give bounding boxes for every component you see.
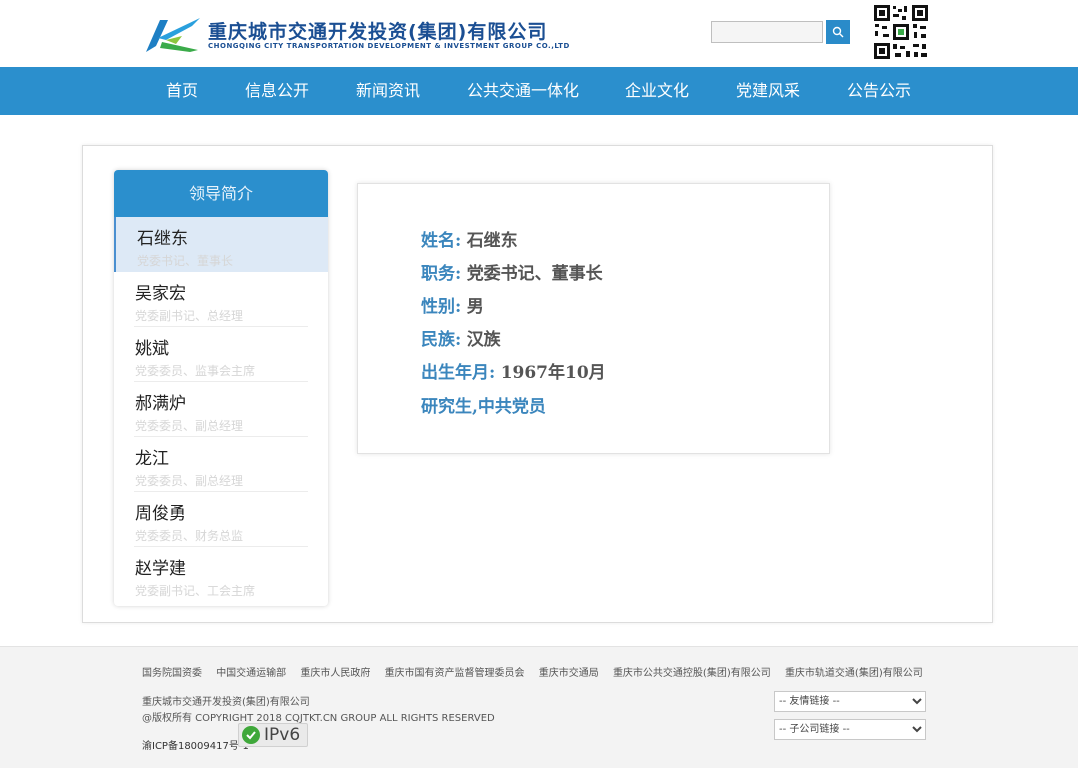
detail-name-row: 姓名: 石继东 (421, 226, 518, 251)
ethnicity-value: 汉族 (466, 330, 501, 350)
leader-detail-card: 姓名: 石继东 职务: 党委书记、董事长 性别: 男 民族: 汉族 出生年月: … (357, 183, 830, 454)
leader-title: 党委委员、财务总监 (135, 529, 244, 543)
gender-value: 男 (466, 297, 484, 317)
site-footer: 国务院国资委 中国交通运输部 重庆市人民政府 重庆市国有资产监督管理委员会 重庆… (0, 646, 1078, 768)
leader-item[interactable]: 龙江 党委委员、副总经理 (114, 437, 328, 492)
birth-value: 1967年10月 (500, 363, 606, 383)
leader-title: 党委委员、副总经理 (135, 474, 244, 488)
footer-link[interactable]: 重庆市人民政府 (300, 668, 370, 679)
detail-ethnicity-row: 民族: 汉族 (421, 325, 501, 350)
leader-name: 姚斌 (135, 339, 169, 359)
detail-birth-row: 出生年月: 1967年10月 (421, 358, 606, 383)
sidebar-title: 领导简介 (114, 170, 328, 217)
leader-title: 党委委员、监事会主席 (135, 364, 256, 378)
gender-label: 性别: (421, 297, 462, 317)
nav-item-public-transport[interactable]: 公共交通一体化 (467, 67, 579, 115)
nav-item-disclosure[interactable]: 信息公开 (245, 67, 309, 115)
leader-title: 党委副书记、工会主席 (135, 584, 256, 598)
footer-copyright: @版权所有 COPYRIGHT 2018 CQJTKT.CN GROUP ALL… (142, 713, 495, 724)
education-party-text: 研究生,中共党员 (421, 397, 546, 417)
leader-sidebar: 领导简介 石继东 党委书记、董事长 吴家宏 党委副书记、总经理 姚斌 党委委员、… (114, 170, 328, 606)
footer-link[interactable]: 中国交通运输部 (216, 668, 286, 679)
footer-company-name: 重庆城市交通开发投资(集团)有限公司 (142, 697, 310, 708)
leader-name: 赵学建 (135, 559, 186, 579)
leader-name: 石继东 (137, 229, 188, 249)
subsidiary-links-select[interactable]: -- 子公司链接 -- (774, 719, 926, 740)
footer-links: 国务院国资委 中国交通运输部 重庆市人民政府 重庆市国有资产监督管理委员会 重庆… (142, 664, 934, 679)
leader-item[interactable]: 姚斌 党委委员、监事会主席 (114, 327, 328, 382)
leader-title: 党委副书记、总经理 (135, 309, 244, 323)
footer-link[interactable]: 重庆市公共交通控股(集团)有限公司 (613, 668, 771, 679)
birth-label: 出生年月: (421, 363, 496, 383)
footer-link[interactable]: 国务院国资委 (142, 668, 202, 679)
site-header: 重庆城市交通开发投资(集团)有限公司 CHONGQING CITY TRANSP… (0, 0, 1080, 67)
check-icon (242, 726, 260, 744)
name-value: 石继东 (466, 231, 518, 251)
leader-title: 党委委员、副总经理 (135, 419, 244, 433)
name-label: 姓名: (421, 231, 462, 251)
search-button[interactable] (826, 20, 850, 44)
nav-item-home[interactable]: 首页 (166, 67, 198, 115)
search-icon (832, 26, 844, 38)
main-nav: 首页 信息公开 新闻资讯 公共交通一体化 企业文化 党建风采 公告公示 (0, 67, 1078, 115)
leader-item-active[interactable]: 石继东 党委书记、董事长 (114, 217, 328, 272)
leader-item[interactable]: 赵学建 党委副书记、工会主席 (114, 547, 328, 602)
leader-title: 党委书记、董事长 (137, 254, 234, 268)
ipv6-badge: IPv6 (238, 723, 308, 747)
leader-name: 吴家宏 (135, 284, 186, 304)
position-label: 职务: (421, 264, 462, 284)
leader-name: 龙江 (135, 449, 169, 469)
leader-name: 郝满炉 (135, 394, 186, 414)
ethnicity-label: 民族: (421, 330, 462, 350)
logo-english-text: CHONGQING CITY TRANSPORTATION DEVELOPMEN… (208, 42, 570, 50)
logo-mark-icon (146, 18, 200, 52)
ipv6-label: IPv6 (264, 725, 301, 745)
footer-link[interactable]: 重庆市轨道交通(集团)有限公司 (785, 668, 923, 679)
detail-gender-row: 性别: 男 (421, 292, 484, 317)
nav-item-news[interactable]: 新闻资讯 (356, 67, 420, 115)
position-value: 党委书记、董事长 (466, 264, 603, 284)
detail-position-row: 职务: 党委书记、董事长 (421, 259, 603, 284)
footer-link[interactable]: 重庆市国有资产监督管理委员会 (385, 668, 525, 679)
footer-link[interactable]: 重庆市交通局 (539, 668, 599, 679)
leader-name: 周俊勇 (135, 504, 186, 524)
nav-item-party-building[interactable]: 党建风采 (736, 67, 800, 115)
icp-record-link[interactable]: 渝ICP备18009417号-1 (142, 737, 249, 752)
qr-code-icon (873, 4, 929, 60)
search-input[interactable] (711, 21, 823, 43)
leader-item[interactable]: 郝满炉 党委委员、副总经理 (114, 382, 328, 437)
friend-links-select[interactable]: -- 友情链接 -- (774, 691, 926, 712)
leader-item[interactable]: 周俊勇 党委委员、财务总监 (114, 492, 328, 547)
logo-chinese-text: 重庆城市交通开发投资(集团)有限公司 (208, 21, 548, 43)
leader-item[interactable]: 吴家宏 党委副书记、总经理 (114, 272, 328, 327)
nav-item-announcements[interactable]: 公告公示 (847, 67, 911, 115)
company-logo[interactable]: 重庆城市交通开发投资(集团)有限公司 CHONGQING CITY TRANSP… (142, 14, 569, 56)
nav-item-culture[interactable]: 企业文化 (625, 67, 689, 115)
